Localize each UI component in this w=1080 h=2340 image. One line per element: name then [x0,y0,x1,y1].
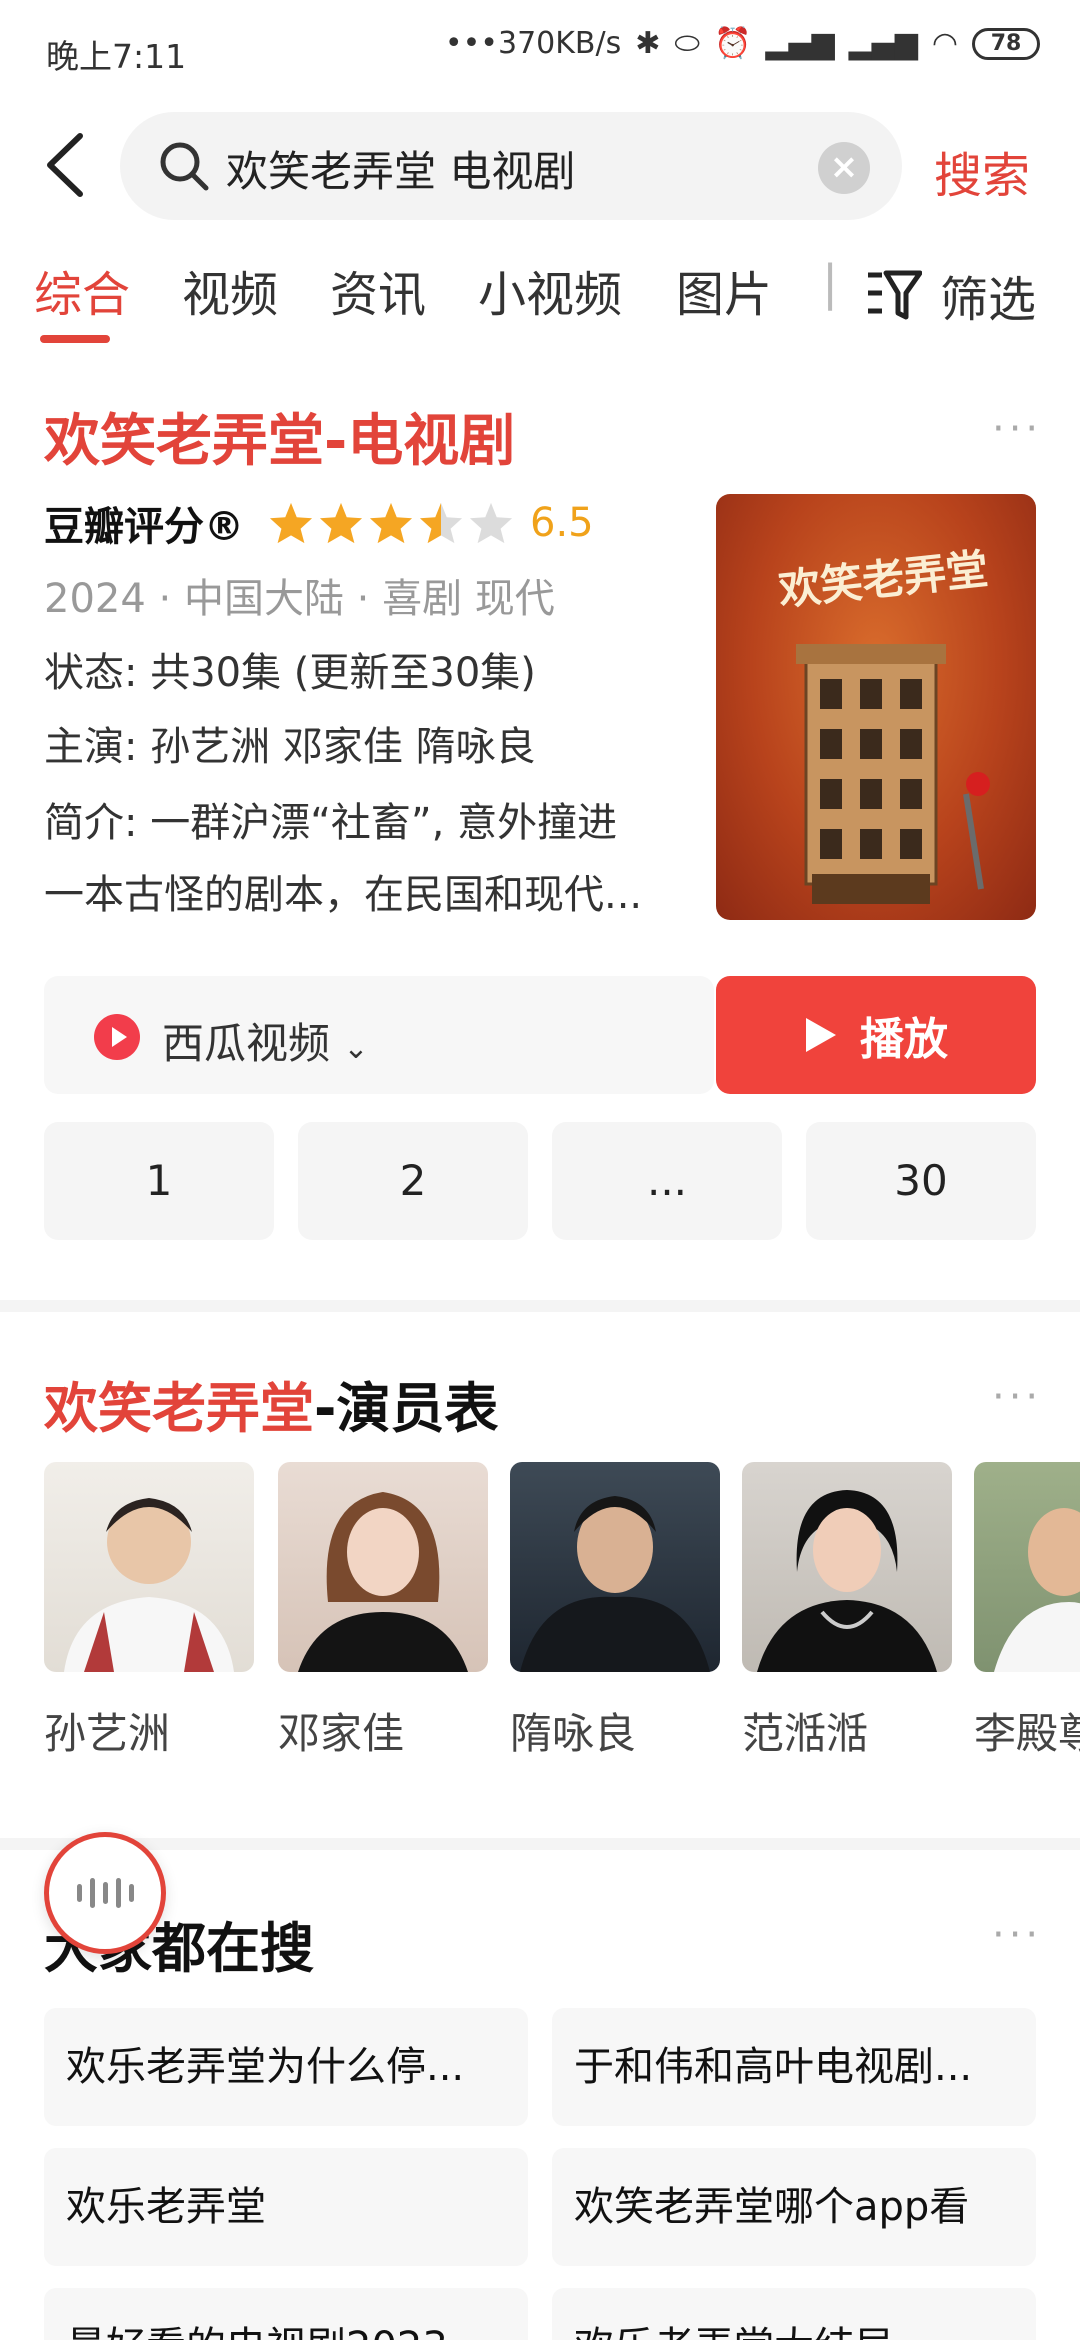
rating-row: 豆瓣评分® 6.5 [44,494,594,552]
bluetooth-icon: ✱ [635,26,661,61]
clear-search-icon[interactable]: × [818,142,870,194]
status-time: 晚上7:11 [46,37,187,76]
section-divider [0,1838,1080,1850]
play-icon [806,1018,836,1052]
back-arrow-icon[interactable] [40,130,96,200]
tab-news[interactable]: 资讯 [330,255,426,325]
tab-all[interactable]: 综合 [34,255,130,325]
cast-photo-avatar[interactable] [278,1462,488,1672]
tab-images[interactable]: 图片 [676,255,772,325]
star-icon [319,502,363,544]
trending-item[interactable]: 最好看的电视剧2023 [44,2288,528,2340]
search-bar[interactable]: 欢笑老弄堂 电视剧 × [120,112,902,220]
filter-icon [868,270,922,320]
star-icon [369,502,413,544]
drama-cast: 主演: 孙艺洲 邓家佳 隋咏良 [44,724,536,770]
cast-photo-avatar[interactable] [510,1462,720,1672]
source-selector[interactable]: 西瓜视频 ⌄ [44,976,714,1094]
cast-member-name[interactable]: 邓家佳 [278,1700,404,1761]
screen: { "status_bar": { "time": "晚上7:11", "net… [0,0,1080,2340]
chevron-down-icon: ⌄ [343,1031,369,1066]
cast-photo-avatar[interactable] [742,1462,952,1672]
cast-photo-avatar[interactable] [44,1462,254,1672]
trending-item[interactable]: 欢乐老弄堂为什么停... [44,2008,528,2126]
section-divider [0,1300,1080,1312]
xigua-video-logo-icon [94,1014,140,1060]
cast-member-name[interactable]: 李殿尊 [974,1700,1080,1761]
drama-intro-line2: 一本古怪的剧本，在民国和现代... [44,872,643,918]
episode-button[interactable]: 30 [806,1122,1036,1240]
empty-star-icon [469,502,513,544]
card-title[interactable]: 欢笑老弄堂-电视剧 [44,396,515,477]
source-label: 西瓜视频 ⌄ [162,1019,369,1068]
tab-video[interactable]: 视频 [182,255,278,325]
battery-icon: 78 [972,27,1040,60]
card-title-highlight: 欢笑老弄堂 [44,409,324,474]
douban-rating-label: 豆瓣评分® [44,504,244,550]
cast-more-icon[interactable]: ··· [992,1374,1042,1420]
network-speed: •••370KB/s [444,26,622,61]
nfc-icon: ⬭ [674,26,701,61]
alarm-icon: ⏰ [714,26,752,61]
trending-item[interactable]: 欢乐老弄堂大结局 [552,2288,1036,2340]
cast-member-name[interactable]: 隋咏良 [510,1700,636,1761]
trending-more-icon[interactable]: ··· [992,1912,1042,1958]
search-button[interactable]: 搜索 [934,136,1030,206]
filter-label: 筛选 [940,272,1037,328]
star-icon [269,502,313,544]
play-label: 播放 [860,1014,948,1065]
card-title-suffix: -电视剧 [324,409,516,474]
cast-title-highlight: 欢笑老弄堂 [44,1377,314,1440]
episode-button[interactable]: 2 [298,1122,528,1240]
wifi-icon: ◠ [931,26,958,61]
search-input[interactable]: 欢笑老弄堂 电视剧 [226,138,575,199]
search-icon [160,142,209,191]
drama-status: 状态: 共30集 (更新至30集) [44,650,536,696]
episode-button[interactable]: 1 [44,1122,274,1240]
tab-active-indicator [40,335,110,343]
trending-item[interactable]: 欢乐老弄堂 [44,2148,528,2266]
card-more-icon[interactable]: ··· [992,406,1042,452]
rating-score: 6.5 [530,500,594,546]
status-bar: 晚上7:11 •••370KB/s ✱ ⬭ ⏰ ▂▄▆ ▂▄▆ ◠ 78 [0,0,1080,100]
drama-poster[interactable]: 欢笑老弄堂 [716,494,1036,920]
drama-meta: 2024 · 中国大陆 · 喜剧 现代 [44,576,555,622]
voice-wave-icon [115,1878,121,1908]
signal-2-icon: ▂▄▆ [848,26,918,61]
voice-wave-icon [76,1884,82,1902]
voice-search-button[interactable] [44,1832,166,1954]
cast-member-name[interactable]: 孙艺洲 [44,1700,170,1761]
episode-more-button[interactable]: ... [552,1122,782,1240]
play-button[interactable]: 播放 [716,976,1036,1094]
voice-wave-icon [128,1884,134,1902]
half-star-icon [419,502,463,544]
rating-stars [268,501,514,545]
tab-short-video[interactable]: 小视频 [478,255,622,325]
drama-intro-line1: 简介: 一群沪漂“社畜”, 意外撞进 [44,800,618,846]
cast-section-title[interactable]: 欢笑老弄堂-演员表 [44,1364,498,1443]
voice-wave-icon [89,1878,95,1908]
voice-wave-icon [102,1882,108,1904]
tab-overflow[interactable]: | [822,255,838,311]
signal-icon: ▂▄▆ [765,26,835,61]
trending-item[interactable]: 于和伟和高叶电视剧... [552,2008,1036,2126]
status-icons: •••370KB/s ✱ ⬭ ⏰ ▂▄▆ ▂▄▆ ◠ 78 [445,26,1040,61]
filter-button[interactable]: 筛选 [856,255,1037,335]
cast-title-suffix: -演员表 [314,1377,499,1440]
trending-item[interactable]: 欢笑老弄堂哪个app看 [552,2148,1036,2266]
category-tabs: 综合 视频 资讯 小视频 图片 | 筛选 [0,255,1080,345]
cast-member-name[interactable]: 范湉湉 [742,1700,868,1761]
cast-photo-avatar[interactable] [974,1462,1080,1672]
